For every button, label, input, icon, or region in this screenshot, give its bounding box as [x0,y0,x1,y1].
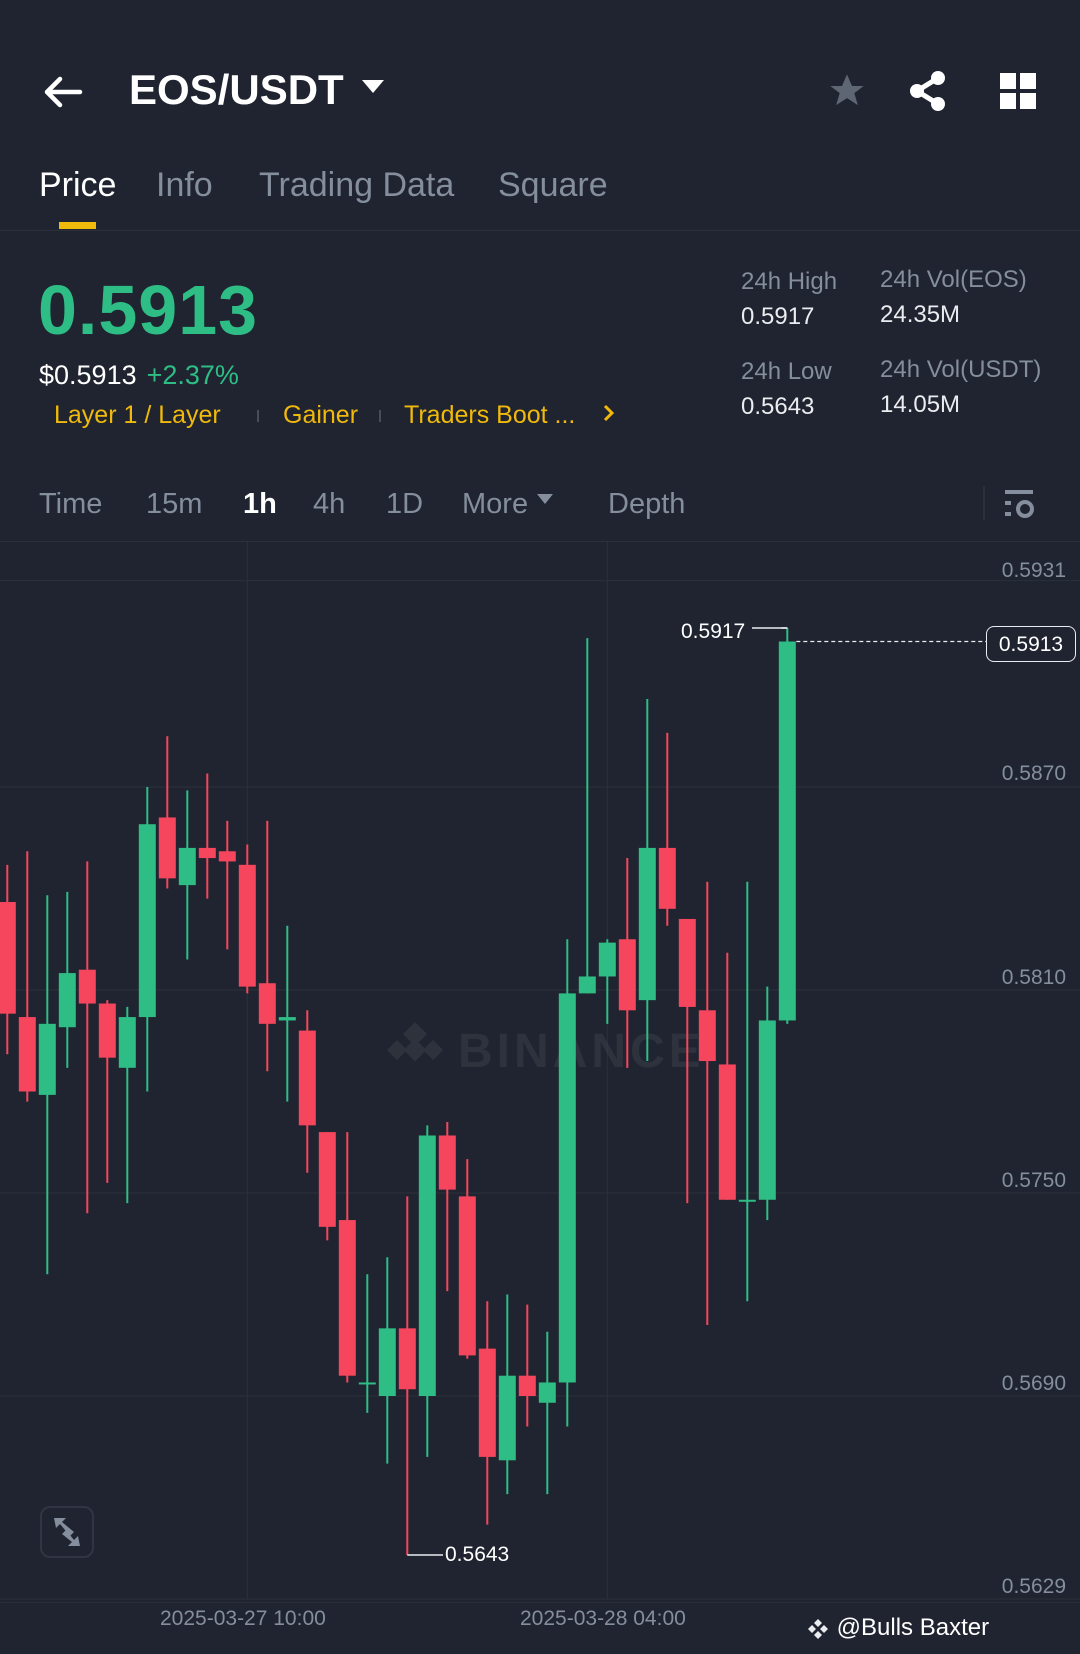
candle-body [118,1017,136,1068]
candle [498,1294,516,1495]
expand-icon [54,1518,80,1546]
candle [158,736,176,889]
candle [418,1125,436,1457]
candle-body [638,847,656,1001]
candle-body [718,1064,736,1200]
candle-body [738,1199,756,1202]
candle [98,1000,116,1183]
candle-body [618,939,636,1011]
binance-logo-icon [808,1618,828,1639]
candle [478,1301,496,1525]
x-tick-label: 2025-03-28 04:00 [520,1607,686,1630]
candle-body [298,1030,316,1126]
candle [378,1257,396,1464]
candle-body [658,847,676,909]
candle-body [438,1135,456,1190]
candle [698,881,716,1325]
candle-body [418,1135,436,1396]
candle [598,939,616,1024]
candle [658,732,676,926]
candle [78,861,96,1214]
candle [338,1132,356,1383]
candle-body [38,1023,56,1095]
candle-body [78,969,96,1004]
candle [138,787,156,1092]
candle [298,1010,316,1173]
candle [738,881,756,1302]
candle-body [18,1017,36,1092]
y-tick-label: 0.5931 [1001,559,1066,582]
candle-body [538,1382,556,1403]
candlestick-chart[interactable]: BINANCE [0,0,1080,1654]
candle-body [98,1003,116,1058]
candle-body [138,824,156,1018]
candle-body [678,918,696,1007]
low-marker-label: 0.5643 [445,1543,510,1566]
candle-body [758,1020,776,1200]
binance-watermark: BINANCE [387,1022,705,1078]
candle [38,895,56,1275]
candle-body [0,902,16,1014]
candle-body [278,1017,296,1021]
candle-body [698,1010,716,1062]
fullscreen-button[interactable] [40,1506,94,1558]
current-price-tag: 0.5913 [986,626,1076,662]
watermark-text: @Bulls Baxter [836,1614,990,1641]
candle-body [158,817,176,879]
y-tick-label: 0.5690 [1001,1372,1066,1395]
high-marker-label: 0.5917 [681,620,746,643]
candle-body [458,1196,476,1356]
candle [198,773,216,899]
candle-body [398,1328,416,1390]
y-tick-label: 0.5750 [1001,1169,1066,1192]
candle [0,864,16,1055]
candle [558,939,576,1427]
candle-body [258,983,276,1024]
y-tick-label: 0.5810 [1001,966,1066,989]
candle [638,699,656,1062]
y-tick-label: 0.5629 [1001,1575,1066,1598]
x-tick-label: 2025-03-27 10:00 [160,1607,326,1630]
candle [758,986,776,1221]
candle-body [238,864,256,987]
watermark-overlay: @Bulls Baxter [806,1614,989,1642]
candle [778,627,796,1024]
candle-body [338,1220,356,1376]
candle-body [198,847,216,859]
candle-body [498,1375,516,1461]
candle [278,925,296,1102]
candle [58,891,76,1068]
candle [18,851,36,1102]
candle [538,1331,556,1495]
candle-body [358,1382,376,1385]
candle-body [778,641,796,1021]
candle-body [558,993,576,1383]
candle [518,1304,536,1427]
candle-body [178,847,196,886]
candle [218,820,236,950]
candle [458,1159,476,1359]
candle-body [318,1132,336,1227]
y-tick-label: 0.5870 [1001,762,1066,785]
candle-body [578,976,596,994]
candle [238,844,256,994]
candle [358,1274,376,1413]
candle [578,638,596,994]
candle [258,820,276,1072]
candle-body [378,1328,396,1396]
svg-text:BINANCE: BINANCE [458,1025,705,1078]
candle [398,1196,416,1556]
candle [118,1006,136,1204]
candle-body [518,1375,536,1396]
candle-body [58,973,76,1028]
candle-body [478,1348,496,1457]
candle [178,790,196,960]
candle [438,1121,456,1292]
candle-body [598,942,616,977]
candle [318,1132,336,1241]
candle-body [218,851,236,862]
